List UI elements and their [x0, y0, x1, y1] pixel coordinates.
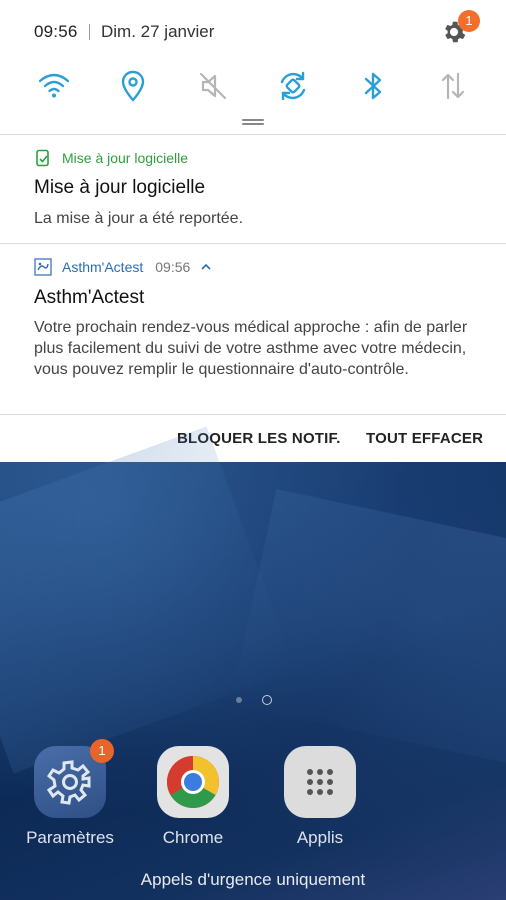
notification-text: La mise à jour a été reportée. — [34, 210, 244, 227]
notification-title: Asthm'Actest — [34, 287, 145, 308]
status-separator — [89, 24, 90, 40]
clear-all-button[interactable]: TOUT EFFACER — [366, 430, 483, 447]
location-icon[interactable] — [113, 66, 153, 106]
notification-software-update[interactable]: Mise à jour logicielle Mise à jour logic… — [0, 135, 506, 243]
page-indicator[interactable] — [0, 694, 506, 706]
mute-icon[interactable] — [193, 66, 233, 106]
chrome-app-label: Chrome — [162, 828, 224, 847]
settings-app-label: Paramètres — [26, 828, 114, 847]
notification-header: Asthm'Actest 09:56 — [34, 257, 212, 277]
notification-text: Votre prochain rendez-vous médical appro… — [34, 319, 468, 378]
app-drawer-label: Applis — [296, 828, 344, 847]
notification-header: Mise à jour logicielle — [34, 148, 188, 168]
date: Dim. 27 janvier — [101, 22, 215, 41]
chrome-icon — [167, 756, 219, 808]
notification-time: 09:56 — [155, 259, 191, 275]
status-bar: 09:56 Dim. 27 janvier 1 — [0, 0, 506, 64]
notification-actions: BLOQUER LES NOTIF. TOUT EFFACER — [0, 416, 506, 462]
emergency-calls-text: Appels d'urgence uniquement — [140, 870, 366, 889]
notification-app-name: Asthm'Actest — [62, 259, 144, 275]
grid-dots-icon — [307, 769, 333, 795]
asthmactest-app-icon — [34, 258, 52, 276]
notification-app-name: Mise à jour logicielle — [62, 150, 189, 166]
chevron-up-icon[interactable] — [200, 261, 212, 273]
settings-badge: 1 — [458, 10, 480, 32]
divider — [0, 414, 506, 415]
rotate-icon[interactable] — [273, 66, 313, 106]
wifi-icon[interactable] — [34, 66, 74, 106]
page-dot[interactable] — [236, 697, 242, 703]
chrome-app-icon[interactable] — [157, 746, 229, 818]
bluetooth-icon[interactable] — [353, 66, 393, 106]
settings-app-badge: 1 — [90, 739, 114, 763]
data-transfer-icon[interactable] — [433, 66, 473, 106]
notification-title: Mise à jour logicielle — [34, 177, 206, 198]
clock: 09:56 — [34, 22, 78, 41]
app-drawer-icon[interactable] — [284, 746, 356, 818]
notification-asthmactest[interactable]: Asthm'Actest 09:56 Asthm'Actest Votre pr… — [0, 244, 506, 414]
page-dot-home[interactable] — [262, 695, 272, 705]
shade-drag-handle[interactable] — [242, 119, 264, 125]
software-update-icon — [36, 149, 49, 167]
